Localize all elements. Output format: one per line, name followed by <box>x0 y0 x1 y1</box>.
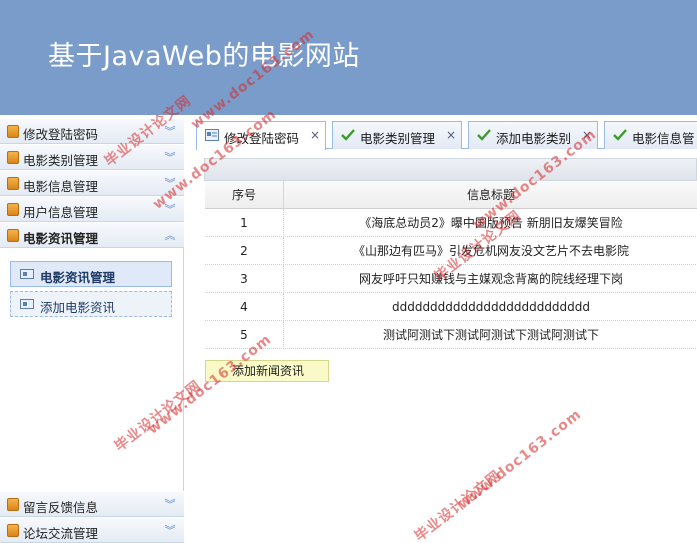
row-index: 3 <box>205 265 284 293</box>
chevron-down-icon[interactable]: ︾ <box>163 203 177 217</box>
sidebar-section-label: 电影信息管理 <box>23 179 99 194</box>
card-icon <box>20 269 34 279</box>
row-index: 5 <box>205 321 284 349</box>
check-icon <box>613 129 627 141</box>
sidebar-section-label: 电影资讯管理 <box>23 231 99 246</box>
chevron-down-icon[interactable]: ︾ <box>163 125 177 139</box>
column-header-index[interactable]: 序号 <box>205 181 284 209</box>
row-title: 测试阿测试下测试阿测试下测试阿测试下 <box>382 328 599 342</box>
watermark-text: 毕业设计论文网 <box>411 467 505 543</box>
row-index: 1 <box>205 209 284 237</box>
close-icon[interactable]: × <box>310 128 320 142</box>
check-icon <box>341 129 355 141</box>
tab-bar: 修改登陆密码 × 电影类别管理 × 添加电影类别 × 电影信息管 <box>196 121 697 150</box>
chevron-down-icon[interactable]: ︾ <box>163 151 177 165</box>
tab-add-movie-category[interactable]: 添加电影类别 × <box>468 121 598 149</box>
chevron-down-icon[interactable]: ︾ <box>163 177 177 191</box>
card-icon <box>205 129 219 141</box>
chevron-down-icon[interactable]: ︾ <box>163 524 177 538</box>
folder-icon <box>7 203 19 216</box>
sidebar-section-label: 电影类别管理 <box>23 153 99 168</box>
row-title: 《山那边有匹马》引发危机网友没文艺片不去电影院 <box>352 244 629 258</box>
chevron-down-icon[interactable]: ︾ <box>163 498 177 512</box>
check-icon <box>477 129 491 141</box>
folder-icon <box>7 498 19 511</box>
row-title: 《海底总动员2》曝中国版预告 新朋旧友爆笑冒险 <box>359 216 623 230</box>
row-index: 4 <box>205 293 284 321</box>
table-row[interactable]: 2 《山那边有匹马》引发危机网友没文艺片不去电影院 <box>205 237 697 265</box>
close-icon[interactable]: × <box>446 128 456 142</box>
folder-icon <box>7 125 19 138</box>
column-header-title[interactable]: 信息标题 <box>284 181 697 209</box>
grid-toolbar <box>204 158 697 181</box>
watermark-url: www.doc163.com <box>455 406 585 513</box>
table-row[interactable]: 4 dddddddddddddddddddddddddd <box>205 293 697 321</box>
sidebar-section-user-info[interactable]: 用户信息管理 ︾ <box>0 196 184 222</box>
site-title: 基于JavaWeb的电影网站 <box>48 41 360 72</box>
sidebar-section-label: 修改登陆密码 <box>23 127 99 142</box>
table-row[interactable]: 3 网友呼吁只知赚钱与主媒观念背离的院线经理下岗 <box>205 265 697 293</box>
folder-icon <box>7 177 19 190</box>
sidebar-item-label: 添加电影资讯 <box>40 300 116 315</box>
folder-icon <box>7 229 19 242</box>
sidebar-item-add-movie-news[interactable]: 添加电影资讯 <box>10 291 172 317</box>
app-header: 基于JavaWeb的电影网站 <box>0 0 697 115</box>
tab-movie-info[interactable]: 电影信息管 <box>604 121 697 149</box>
sidebar-section-movie-category[interactable]: 电影类别管理 ︾ <box>0 144 184 170</box>
table-row[interactable]: 1 《海底总动员2》曝中国版预告 新朋旧友爆笑冒险 <box>205 209 697 237</box>
tab-label: 修改登陆密码 <box>224 131 300 146</box>
sidebar-section-feedback[interactable]: 留言反馈信息 ︾ <box>0 491 184 517</box>
tab-label: 电影类别管理 <box>360 131 436 146</box>
table-row[interactable]: 5 测试阿测试下测试阿测试下测试阿测试下 <box>205 321 697 349</box>
tab-label: 电影信息管 <box>632 131 695 146</box>
row-title: 网友呼吁只知赚钱与主媒观念背离的院线经理下岗 <box>358 272 623 286</box>
close-icon[interactable]: × <box>582 128 592 142</box>
sidebar-section-label: 留言反馈信息 <box>23 500 99 515</box>
tab-change-password[interactable]: 修改登陆密码 × <box>196 121 326 150</box>
sidebar-item-label: 电影资讯管理 <box>40 270 116 285</box>
tab-movie-category[interactable]: 电影类别管理 × <box>332 121 462 149</box>
folder-icon <box>7 524 19 537</box>
sidebar-section-password[interactable]: 修改登陆密码 ︾ <box>0 118 184 144</box>
row-index: 2 <box>205 237 284 265</box>
folder-icon <box>7 151 19 164</box>
sidebar-item-movie-news-manage[interactable]: 电影资讯管理 <box>10 261 172 287</box>
chevron-up-icon[interactable]: ︽ <box>163 229 177 243</box>
sidebar-section-forum[interactable]: 论坛交流管理 ︾ <box>0 517 184 543</box>
sidebar: 修改登陆密码 ︾ 电影类别管理 ︾ 电影信息管理 ︾ 用户信息管理 ︾ 电影资讯… <box>0 118 184 543</box>
row-title: dddddddddddddddddddddddddd <box>391 300 591 314</box>
sidebar-section-movie-info[interactable]: 电影信息管理 ︾ <box>0 170 184 196</box>
sidebar-section-label: 论坛交流管理 <box>23 526 99 541</box>
sidebar-section-label: 用户信息管理 <box>23 205 99 220</box>
tab-label: 添加电影类别 <box>496 131 572 146</box>
sidebar-section-movie-news[interactable]: 电影资讯管理 ︽ <box>0 222 184 248</box>
card-icon <box>20 299 34 309</box>
table-header-row: 序号 信息标题 <box>205 181 697 209</box>
add-news-button[interactable]: 添加新闻资讯 <box>205 360 329 382</box>
